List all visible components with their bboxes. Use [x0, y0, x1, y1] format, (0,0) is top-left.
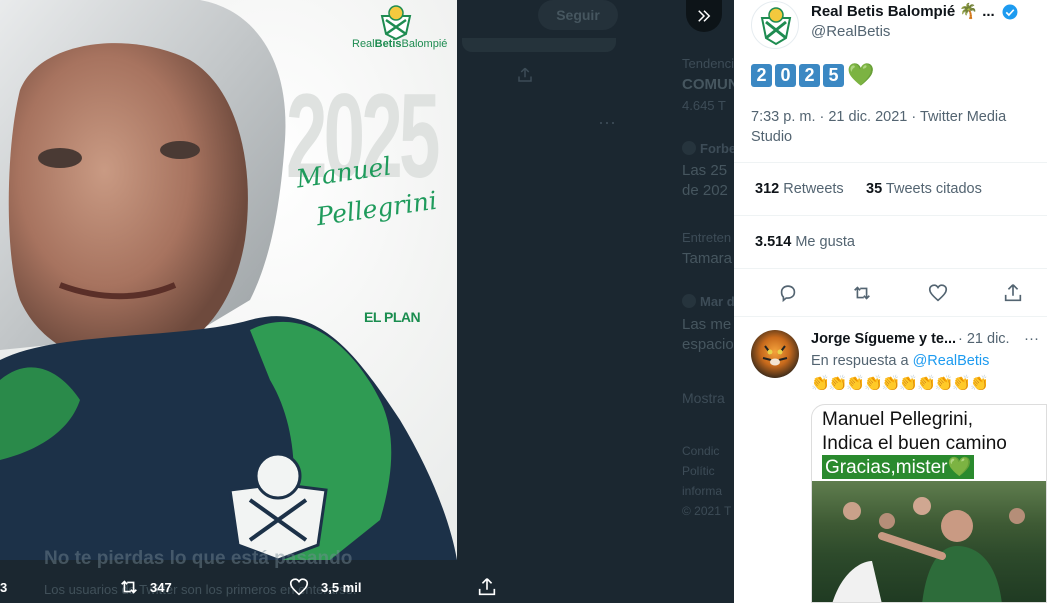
keycap-digit: 5 [823, 63, 844, 87]
tweet-timestamp[interactable]: 7:33 p. m. · 21 dic. 2021 · Twitter Medi… [751, 107, 1041, 147]
tagline: EL PLAN [364, 309, 421, 325]
source-avatar [682, 141, 696, 155]
author-name[interactable]: Real Betis Balompié 🌴 ... [811, 2, 995, 20]
retweet-icon[interactable] [118, 576, 140, 598]
author-avatar[interactable] [751, 1, 799, 49]
reply-author-name[interactable]: Jorge Sígueme y te... [811, 331, 956, 347]
replying-to: En respuesta a @RealBetis [811, 353, 990, 369]
verified-badge-icon [1002, 4, 1018, 20]
background-bar [462, 38, 616, 52]
image-caption-line: Indica el buen camino [822, 433, 1007, 454]
trend-count: 4.645 T [682, 98, 726, 113]
share-icon [518, 67, 532, 82]
divider [734, 316, 1047, 317]
divider [734, 215, 1047, 216]
footer-copyright: © 2021 T [682, 504, 732, 518]
trend-title[interactable]: Tamara [682, 250, 732, 267]
trend-subtitle: de 202 [682, 182, 728, 199]
trend-title[interactable]: Las 25 [682, 162, 727, 179]
tweet-detail-panel: Real Betis Balompié 🌴 ... @RealBetis 2 0… [734, 0, 1047, 603]
source-avatar [682, 294, 696, 308]
trend-context: Tendencia [682, 56, 734, 71]
replying-to-handle[interactable]: @RealBetis [913, 353, 990, 369]
quote-tweets-stat[interactable]: 35 Tweets citados [866, 181, 982, 197]
more-options-icon[interactable]: ··· [1024, 330, 1039, 347]
trend-subtitle: espacio [682, 336, 734, 353]
brand-name: RealBetisBalompié [352, 38, 448, 50]
show-more-link[interactable]: Mostra [682, 390, 725, 406]
reply-author-avatar[interactable] [751, 330, 799, 378]
follow-button[interactable]: Seguir [538, 0, 618, 30]
trend-title[interactable]: Las me [682, 316, 731, 333]
keycap-digit: 0 [775, 63, 796, 87]
retweets-stat[interactable]: 312 Retweets [755, 181, 844, 197]
keycap-digit: 2 [799, 63, 820, 87]
tweet-media-image[interactable]: 2025 RealBetisBalompié Manuel Pellegrini… [0, 0, 457, 560]
image-caption-highlight: Gracias,mister💚 [822, 455, 975, 479]
reply-timestamp[interactable]: · 21 dic. [958, 331, 1010, 347]
reply-count: 3 [0, 580, 8, 595]
footer-link[interactable]: Polític [682, 464, 715, 478]
like-icon[interactable] [927, 282, 949, 304]
like-icon[interactable] [288, 576, 310, 598]
divider [734, 268, 1047, 269]
footer-link[interactable]: informa [682, 484, 722, 498]
reply-media-image[interactable]: Manuel Pellegrini, Indica el buen camino… [811, 404, 1047, 603]
trend-context: Forbe [700, 141, 734, 156]
betis-crest-icon [380, 5, 412, 40]
like-count: 3,5 mil [321, 580, 362, 595]
tiger-icon [762, 345, 788, 366]
reply-icon[interactable] [777, 282, 799, 304]
likes-stat[interactable]: 3.514 Me gusta [755, 234, 855, 250]
betis-crest-icon [760, 7, 792, 46]
tweet-text: 2 0 2 5 💚 [751, 62, 874, 88]
divider [734, 162, 1047, 163]
share-icon[interactable] [476, 576, 498, 598]
reply-text: 👏👏👏👏👏👏👏👏👏👏 [811, 375, 989, 392]
author-handle[interactable]: @RealBetis [811, 23, 890, 40]
trend-context: Mar d [700, 294, 734, 309]
trend-context: Entreten [682, 230, 732, 245]
double-chevron-right-icon [698, 10, 711, 22]
more-icon[interactable]: ··· [598, 112, 616, 133]
footer-link[interactable]: Condic [682, 444, 719, 458]
green-heart-icon: 💚 [847, 62, 875, 87]
reply-photo [812, 481, 1046, 602]
trend-title[interactable]: COMUN [682, 76, 734, 93]
share-icon[interactable] [1002, 282, 1024, 304]
retweet-count: 347 [150, 580, 172, 595]
image-caption-line: Manuel Pellegrini, [822, 409, 974, 430]
retweet-icon[interactable] [851, 282, 873, 304]
keycap-digit: 2 [751, 63, 772, 87]
promo-title: No te pierdas lo que está pasando [44, 548, 353, 569]
